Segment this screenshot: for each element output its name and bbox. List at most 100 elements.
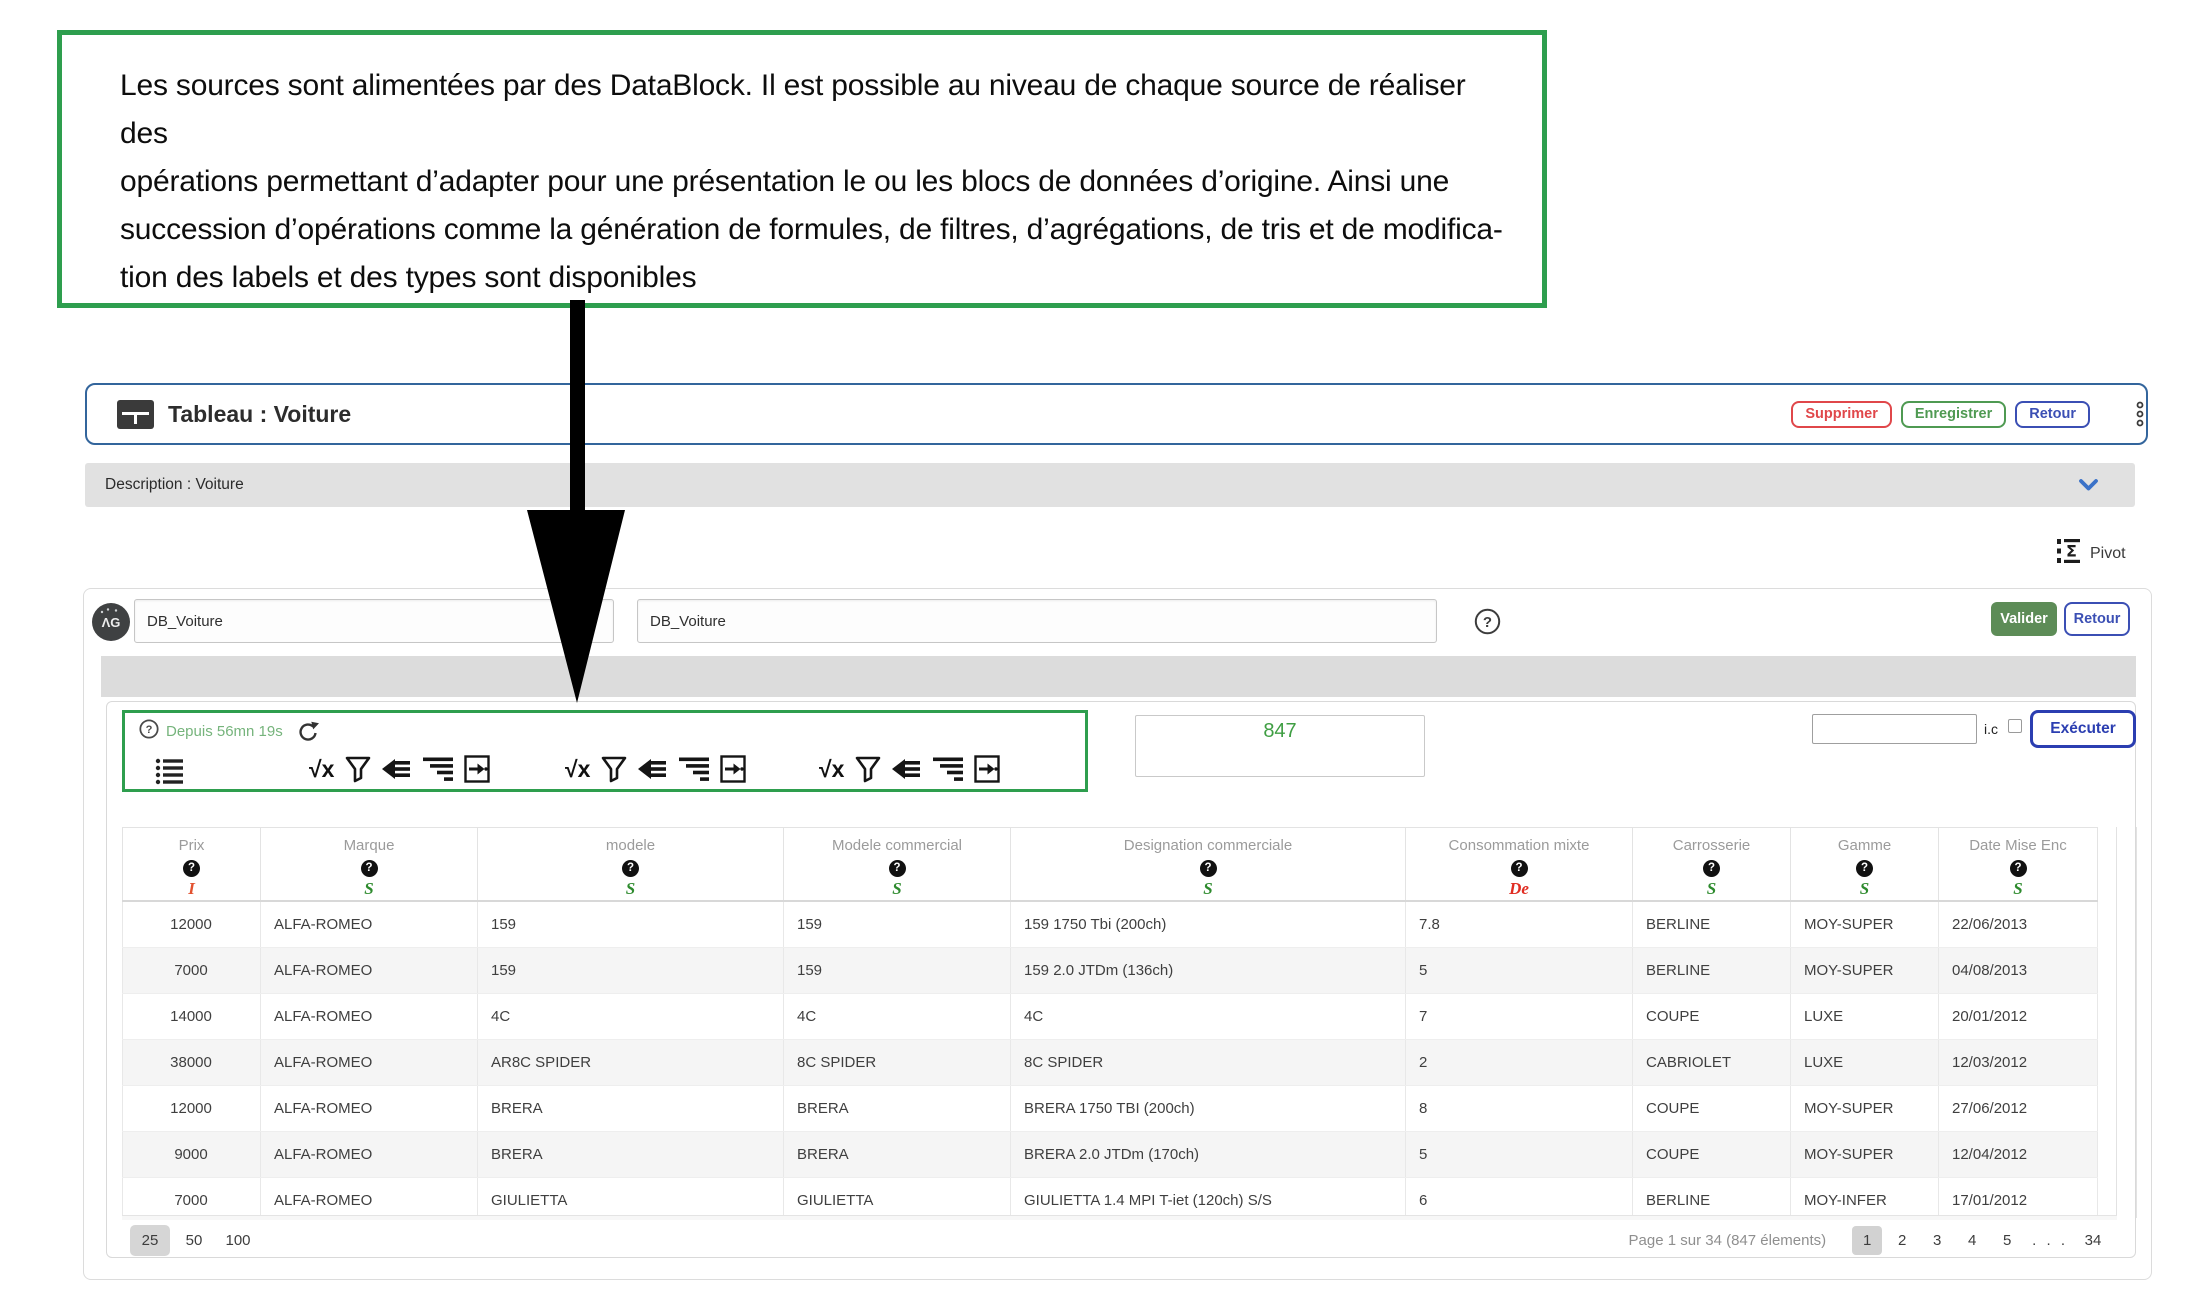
filter-icon[interactable]: [855, 756, 881, 783]
table-cell: 38000: [123, 1039, 261, 1085]
sort-icon[interactable]: [933, 756, 963, 782]
retour-button[interactable]: Retour: [2015, 401, 2090, 428]
record-count-box: 847: [1135, 715, 1425, 777]
table-row[interactable]: 12000ALFA-ROMEO159159159 1750 Tbi (200ch…: [123, 901, 2098, 947]
svg-text:?: ?: [1483, 614, 1492, 631]
aggregation-icon[interactable]: [892, 756, 922, 782]
table-cell: MOY-INFER: [1791, 1177, 1939, 1215]
retour-button[interactable]: Retour: [2064, 602, 2130, 636]
help-icon[interactable]: ?: [1474, 608, 1501, 640]
app-logo: ΛG: [92, 603, 130, 646]
table-cell: BRERA 1750 TBI (200ch): [1011, 1085, 1406, 1131]
column-help-icon[interactable]: ?: [183, 860, 200, 877]
table-cell: ALFA-ROMEO: [261, 1131, 478, 1177]
pivot-button[interactable]: Σ Pivot: [2056, 538, 2126, 569]
labels-icon[interactable]: [464, 755, 490, 783]
execute-expression-input[interactable]: [1812, 714, 1977, 744]
filter-icon[interactable]: [601, 756, 627, 783]
column-help-icon[interactable]: ?: [889, 860, 906, 877]
column-type: S: [1634, 879, 1789, 899]
column-header: Marque?S: [261, 828, 478, 902]
column-help-icon[interactable]: ?: [1511, 860, 1528, 877]
list-icon[interactable]: [155, 757, 185, 790]
pagination-right: Page 1 sur 34 (847 élements) 12345. . .3…: [1629, 1226, 2108, 1255]
table-cell: 12/03/2012: [1939, 1039, 2098, 1085]
table-row[interactable]: 38000ALFA-ROMEOAR8C SPIDER8C SPIDER8C SP…: [123, 1039, 2098, 1085]
supprimer-button[interactable]: Supprimer: [1791, 401, 1892, 428]
column-help-icon[interactable]: ?: [1703, 860, 1720, 877]
annotation-arrow: [497, 300, 657, 704]
page-number[interactable]: 34: [2078, 1226, 2108, 1255]
help-icon[interactable]: ?: [139, 719, 159, 744]
column-type: S: [262, 879, 476, 899]
table-cell: 8: [1406, 1085, 1633, 1131]
table-cell: BRERA: [784, 1131, 1011, 1177]
table-cell: 159: [784, 901, 1011, 947]
sort-icon[interactable]: [423, 756, 453, 782]
column-help-icon[interactable]: ?: [2010, 860, 2027, 877]
table-cell: ALFA-ROMEO: [261, 901, 478, 947]
table-cell: 14000: [123, 993, 261, 1039]
sort-icon[interactable]: [679, 756, 709, 782]
column-help-icon[interactable]: ?: [1200, 860, 1217, 877]
annotation-line: succession d’opérations comme la générat…: [120, 206, 1512, 254]
table-cell: 6: [1406, 1177, 1633, 1215]
ic-checkbox[interactable]: [2008, 719, 2022, 733]
executer-button[interactable]: Exécuter: [2030, 710, 2136, 748]
table-row[interactable]: 12000ALFA-ROMEOBRERABRERABRERA 1750 TBI …: [123, 1085, 2098, 1131]
labels-icon[interactable]: [974, 755, 1000, 783]
page-size-option[interactable]: 100: [218, 1225, 258, 1256]
operation-group: √x: [565, 755, 746, 783]
formula-icon[interactable]: √x: [565, 756, 590, 782]
labels-icon[interactable]: [720, 755, 746, 783]
table-cell: 4C: [1011, 993, 1406, 1039]
description-bar[interactable]: Description : Voiture: [85, 463, 2135, 507]
table-cell: 7: [1406, 993, 1633, 1039]
table-row[interactable]: 14000ALFA-ROMEO4C4C4C7COUPELUXE20/01/201…: [123, 993, 2098, 1039]
formula-icon[interactable]: √x: [309, 756, 334, 782]
vertical-scrollbar[interactable]: [2116, 827, 2137, 1218]
kebab-menu-icon[interactable]: [2134, 400, 2146, 428]
column-help-icon[interactable]: ?: [361, 860, 378, 877]
page-size-option[interactable]: 50: [174, 1225, 214, 1256]
table-cell: 7000: [123, 947, 261, 993]
page-number[interactable]: 2: [1887, 1226, 1917, 1255]
page-number[interactable]: 5: [1992, 1226, 2022, 1255]
filter-icon[interactable]: [345, 756, 371, 783]
table-cell: 159 2.0 JTDm (136ch): [1011, 947, 1406, 993]
page-size-option[interactable]: 25: [130, 1225, 170, 1256]
record-count: 847: [1136, 720, 1424, 743]
refresh-icon[interactable]: [296, 720, 320, 744]
chevron-down-icon[interactable]: [2078, 478, 2099, 492]
datablock-name-input[interactable]: [637, 599, 1437, 643]
page-number[interactable]: 4: [1957, 1226, 1987, 1255]
table-cell: 27/06/2012: [1939, 1085, 2098, 1131]
horizontal-scrollbar[interactable]: [122, 1215, 2117, 1220]
column-type: S: [1012, 879, 1404, 899]
column-help-icon[interactable]: ?: [1856, 860, 1873, 877]
table-cell: CABRIOLET: [1633, 1039, 1791, 1085]
column-label: modele: [479, 837, 782, 854]
aggregation-icon[interactable]: [638, 756, 668, 782]
enregistrer-button[interactable]: Enregistrer: [1901, 401, 2006, 428]
table-cell: BRERA 2.0 JTDm (170ch): [1011, 1131, 1406, 1177]
column-type: S: [479, 879, 782, 899]
table-row[interactable]: 7000ALFA-ROMEOGIULIETTAGIULIETTAGIULIETT…: [123, 1177, 2098, 1215]
table-cell: 7.8: [1406, 901, 1633, 947]
page-number[interactable]: 3: [1922, 1226, 1952, 1255]
formula-icon[interactable]: √x: [819, 756, 844, 782]
data-table: Prix?IMarque?Smodele?SModele commercial?…: [122, 827, 2098, 1215]
table-cell: BERLINE: [1633, 901, 1791, 947]
table-cell: 159 1750 Tbi (200ch): [1011, 901, 1406, 947]
aggregation-icon[interactable]: [382, 756, 412, 782]
table-cell: 12/04/2012: [1939, 1131, 2098, 1177]
table-cell: 159: [478, 947, 784, 993]
table-row[interactable]: 7000ALFA-ROMEO159159159 2.0 JTDm (136ch)…: [123, 947, 2098, 993]
page-number[interactable]: 1: [1852, 1226, 1882, 1255]
valider-button[interactable]: Valider: [1991, 602, 2057, 636]
table-cell: BRERA: [478, 1131, 784, 1177]
table-cell: 4C: [784, 993, 1011, 1039]
table-row[interactable]: 9000ALFA-ROMEOBRERABRERABRERA 2.0 JTDm (…: [123, 1131, 2098, 1177]
column-header: Consommation mixte?De: [1406, 828, 1633, 902]
column-help-icon[interactable]: ?: [622, 860, 639, 877]
